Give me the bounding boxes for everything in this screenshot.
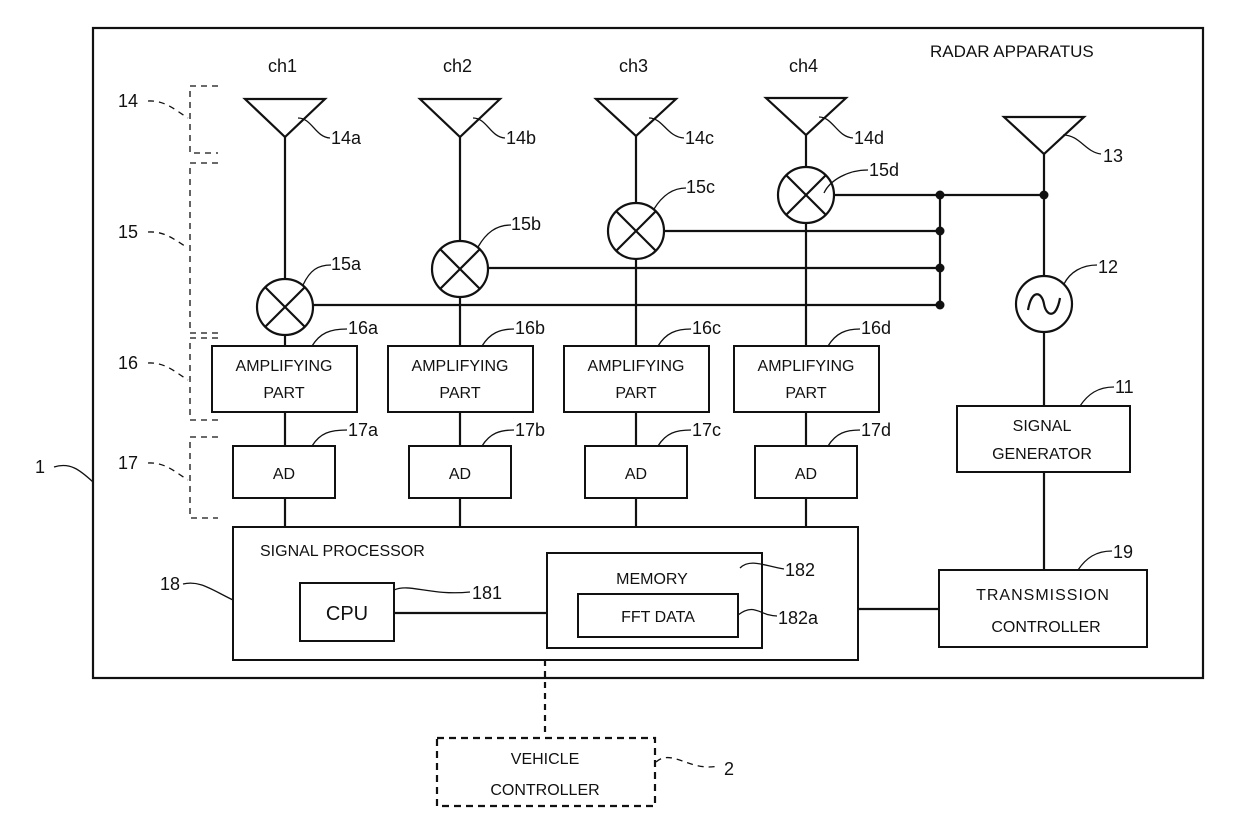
ref-mixer: 15c xyxy=(686,177,715,197)
svg-text:SIGNAL PROCESSOR: SIGNAL PROCESSOR xyxy=(260,543,425,560)
group-bracket-15: 15 xyxy=(118,162,218,334)
antenna-icon xyxy=(242,97,328,139)
svg-text:19: 19 xyxy=(1113,542,1133,562)
ref-apparatus: 1 xyxy=(35,457,45,477)
ref-ad: 17c xyxy=(692,420,721,440)
ref-amp: 16b xyxy=(515,318,545,338)
vehicle-controller: VEHICLE CONTROLLER 2 xyxy=(435,660,734,808)
local-oscillator-bus xyxy=(313,190,1049,310)
svg-text:15: 15 xyxy=(118,222,138,242)
svg-text:PART: PART xyxy=(439,385,480,402)
radar-apparatus-title: RADAR APPARATUS xyxy=(930,42,1094,61)
svg-text:182: 182 xyxy=(785,560,815,580)
amplifying-part-box xyxy=(563,345,710,413)
leader-apparatus xyxy=(53,464,94,483)
ref-antenna: 14c xyxy=(685,128,714,148)
svg-text:AMPLIFYING: AMPLIFYING xyxy=(412,358,509,375)
svg-text:181: 181 xyxy=(472,583,502,603)
ref-antenna: 14d xyxy=(854,128,884,148)
group-bracket-16: 16 xyxy=(118,337,218,421)
svg-text:PART: PART xyxy=(263,385,304,402)
tx-antenna: 13 xyxy=(1001,115,1123,276)
svg-text:AMPLIFYING: AMPLIFYING xyxy=(758,358,855,375)
svg-text:VEHICLE: VEHICLE xyxy=(511,751,579,768)
antenna-icon xyxy=(593,97,679,138)
oscillator: 12 xyxy=(1014,257,1118,406)
svg-text:13: 13 xyxy=(1103,146,1123,166)
svg-text:CONTROLLER: CONTROLLER xyxy=(991,619,1100,636)
antenna-icon xyxy=(417,97,503,139)
antenna-icon xyxy=(1001,115,1087,156)
svg-text:18: 18 xyxy=(160,574,180,594)
ref-antenna: 14b xyxy=(506,128,536,148)
mixer-icon xyxy=(606,201,666,261)
channel-label: ch2 xyxy=(443,56,472,76)
svg-text:12: 12 xyxy=(1098,257,1118,277)
svg-text:MEMORY: MEMORY xyxy=(616,571,688,588)
svg-text:AMPLIFYING: AMPLIFYING xyxy=(588,358,685,375)
amplifying-part-box xyxy=(387,345,534,413)
svg-text:AD: AD xyxy=(449,466,471,483)
ref-antenna: 14a xyxy=(331,128,362,148)
svg-text:11: 11 xyxy=(1115,377,1134,397)
ref-mixer: 15a xyxy=(331,254,362,274)
svg-text:2: 2 xyxy=(724,759,734,779)
svg-text:AMPLIFYING: AMPLIFYING xyxy=(236,358,333,375)
group-bracket-14: 14 xyxy=(118,85,218,154)
svg-text:AD: AD xyxy=(625,466,647,483)
channel-2: ch2 14b 15b AMPLIFYING PART 16b AD 17b xyxy=(387,56,545,527)
svg-text:FFT DATA: FFT DATA xyxy=(621,609,695,626)
channel-3: ch3 14c 15c AMPLIFYING PART 16c AD 17c xyxy=(563,56,721,527)
channel-1: ch1 14a 15a AMPLIFYING PART 16a AD 17a xyxy=(211,56,379,527)
svg-text:AD: AD xyxy=(273,466,295,483)
svg-text:PART: PART xyxy=(615,385,656,402)
ref-amp: 16c xyxy=(692,318,721,338)
svg-text:16: 16 xyxy=(118,353,138,373)
amplifying-part-box xyxy=(733,345,880,413)
svg-text:TRANSMISSION: TRANSMISSION xyxy=(976,587,1110,604)
channel-label: ch1 xyxy=(268,56,297,76)
channel-4: ch4 14d 15d AMPLIFYING PART 16d AD 17d xyxy=(733,56,899,527)
ref-mixer: 15b xyxy=(511,214,541,234)
svg-text:CPU: CPU xyxy=(326,603,368,625)
ref-ad: 17d xyxy=(861,420,891,440)
ref-amp: 16d xyxy=(861,318,891,338)
svg-text:CONTROLLER: CONTROLLER xyxy=(490,782,599,799)
svg-text:GENERATOR: GENERATOR xyxy=(992,446,1092,463)
svg-text:AD: AD xyxy=(795,466,817,483)
mixer-icon xyxy=(430,239,490,299)
svg-text:17: 17 xyxy=(118,453,138,473)
ref-ad: 17a xyxy=(348,420,379,440)
ref-ad: 17b xyxy=(515,420,545,440)
svg-text:SIGNAL: SIGNAL xyxy=(1013,418,1072,435)
channel-label: ch4 xyxy=(789,56,818,76)
mixer-icon xyxy=(776,165,836,225)
antenna-icon xyxy=(763,96,849,137)
ref-mixer: 15d xyxy=(869,160,899,180)
group-bracket-17: 17 xyxy=(118,436,218,519)
svg-text:PART: PART xyxy=(785,385,826,402)
svg-text:182a: 182a xyxy=(778,608,819,628)
svg-text:14: 14 xyxy=(118,91,138,111)
signal-generator: SIGNAL GENERATOR 11 xyxy=(956,377,1134,570)
signal-processor: SIGNAL PROCESSOR 18 CPU 181 MEMORY FFT D… xyxy=(160,526,939,661)
amplifying-part-box xyxy=(211,345,358,413)
mixer-icon xyxy=(255,277,315,337)
channel-label: ch3 xyxy=(619,56,648,76)
ref-amp: 16a xyxy=(348,318,379,338)
radar-block-diagram: RADAR APPARATUS 1 14 15 16 17 ch1 14a 15… xyxy=(35,26,1205,808)
